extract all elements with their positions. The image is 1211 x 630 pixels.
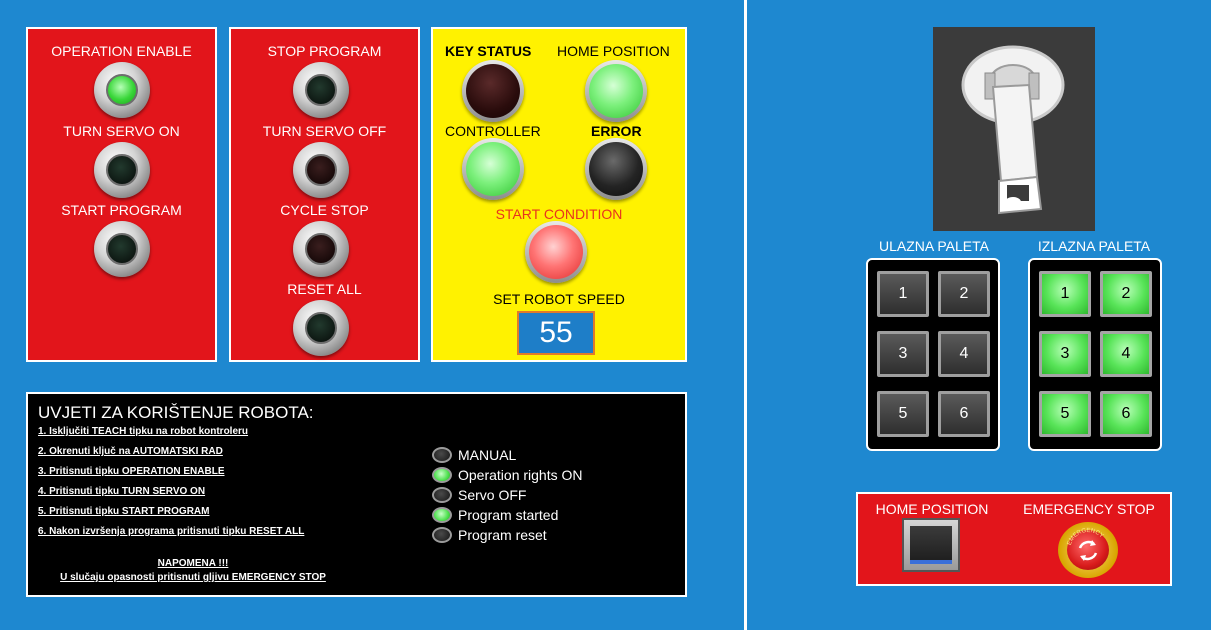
- output-pallet-label: IZLAZNA PALETA: [1037, 238, 1151, 254]
- instruction-step: 6. Nakon izvršenja programa pritisnuti t…: [38, 526, 305, 537]
- reset-all-button[interactable]: [293, 300, 349, 356]
- legend-label: Operation rights ON: [458, 467, 583, 483]
- instructions-title: UVJETI ZA KORIŠTENJE ROBOTA:: [38, 403, 314, 422]
- stop-program-button[interactable]: [293, 62, 349, 118]
- indicator-off-icon: [432, 447, 452, 463]
- home-position-button[interactable]: [902, 518, 960, 572]
- robot-view: [933, 27, 1095, 231]
- operation-panel: OPERATION ENABLE TURN SERVO ON START PRO…: [26, 27, 217, 362]
- program-control-panel: STOP PROGRAM TURN SERVO OFF CYCLE STOP R…: [229, 27, 420, 362]
- legend-operation-rights: Operation rights ON: [432, 466, 583, 484]
- input-slot-6[interactable]: 6: [938, 391, 990, 437]
- stop-program-label: STOP PROGRAM: [267, 43, 382, 59]
- note-text: U slučaju opasnosti pritisnuti gljivu EM…: [60, 572, 326, 583]
- controller-label: CONTROLLER: [445, 123, 541, 139]
- legend-label: Servo OFF: [458, 487, 527, 503]
- operation-enable-button[interactable]: [94, 62, 150, 118]
- input-slot-4[interactable]: 4: [938, 331, 990, 377]
- legend-label: Program started: [458, 507, 559, 523]
- input-slot-3[interactable]: 3: [877, 331, 929, 377]
- instruction-step: 2. Okrenuti ključ na AUTOMATSKI RAD: [38, 446, 223, 457]
- start-program-label: START PROGRAM: [61, 202, 182, 218]
- output-pallet: 1 2 3 4 5 6: [1028, 258, 1162, 451]
- turn-servo-off-label: TURN SERVO OFF: [262, 123, 387, 139]
- set-robot-speed-label: SET ROBOT SPEED: [493, 291, 625, 307]
- screen-divider: [744, 0, 747, 630]
- legend-servo-off: Servo OFF: [432, 486, 526, 504]
- instruction-step: 3. Pritisnuti tipku OPERATION ENABLE: [38, 466, 225, 477]
- reset-all-label: RESET ALL: [287, 281, 362, 297]
- emergency-stop-button[interactable]: EMERGENCY: [1058, 522, 1118, 578]
- input-pallet-label: ULAZNA PALETA: [879, 238, 989, 254]
- error-lamp: [585, 138, 647, 200]
- start-program-button[interactable]: [94, 221, 150, 277]
- legend-label: MANUAL: [458, 447, 517, 463]
- instruction-step: 5. Pritisnuti tipku START PROGRAM: [38, 506, 210, 517]
- home-position-button-label: HOME POSITION: [875, 501, 989, 517]
- instruction-step: 4. Pritisnuti tipku TURN SERVO ON: [38, 486, 206, 497]
- turn-servo-on-button[interactable]: [94, 142, 150, 198]
- home-position-lamp: [585, 60, 647, 122]
- input-pallet: 1 2 3 4 5 6: [866, 258, 1000, 451]
- output-slot-4[interactable]: 4: [1100, 331, 1152, 377]
- emergency-panel: HOME POSITION EMERGENCY STOP EMERGENCY: [856, 492, 1172, 586]
- operation-enable-label: OPERATION ENABLE: [51, 43, 192, 59]
- legend-manual: MANUAL: [432, 446, 516, 464]
- note-title: NAPOMENA !!!: [157, 558, 229, 569]
- input-slot-2[interactable]: 2: [938, 271, 990, 317]
- indicator-off-icon: [432, 487, 452, 503]
- indicator-off-icon: [432, 527, 452, 543]
- turn-servo-on-label: TURN SERVO ON: [63, 123, 180, 139]
- legend-label: Program reset: [458, 527, 547, 543]
- robot-speed-input[interactable]: 55: [517, 311, 595, 355]
- output-slot-3[interactable]: 3: [1039, 331, 1091, 377]
- output-slot-1[interactable]: 1: [1039, 271, 1091, 317]
- legend-program-reset: Program reset: [432, 526, 547, 544]
- output-slot-5[interactable]: 5: [1039, 391, 1091, 437]
- indicator-on-icon: [432, 507, 452, 523]
- status-panel: KEY STATUS HOME POSITION CONTROLLER ERRO…: [431, 27, 687, 362]
- output-slot-2[interactable]: 2: [1100, 271, 1152, 317]
- cycle-stop-label: CYCLE STOP: [280, 202, 369, 218]
- key-status-lamp: [462, 60, 524, 122]
- home-position-label: HOME POSITION: [557, 43, 670, 59]
- output-slot-6[interactable]: 6: [1100, 391, 1152, 437]
- legend-program-started: Program started: [432, 506, 558, 524]
- error-label: ERROR: [591, 123, 642, 139]
- instructions-panel: UVJETI ZA KORIŠTENJE ROBOTA: 1. Isključi…: [26, 392, 687, 597]
- input-slot-1[interactable]: 1: [877, 271, 929, 317]
- controller-lamp: [462, 138, 524, 200]
- cycle-stop-button[interactable]: [293, 221, 349, 277]
- start-condition-lamp: [525, 221, 587, 283]
- key-status-label: KEY STATUS: [445, 43, 532, 59]
- start-condition-label: START CONDITION: [495, 206, 623, 222]
- rotate-arrows-icon: EMERGENCY: [1067, 528, 1104, 561]
- instruction-step: 1. Isključiti TEACH tipku na robot kontr…: [38, 426, 249, 437]
- emergency-stop-label: EMERGENCY STOP: [1023, 501, 1155, 517]
- turn-servo-off-button[interactable]: [293, 142, 349, 198]
- input-slot-5[interactable]: 5: [877, 391, 929, 437]
- indicator-on-icon: [432, 467, 452, 483]
- robot-arm-icon: [961, 45, 1065, 215]
